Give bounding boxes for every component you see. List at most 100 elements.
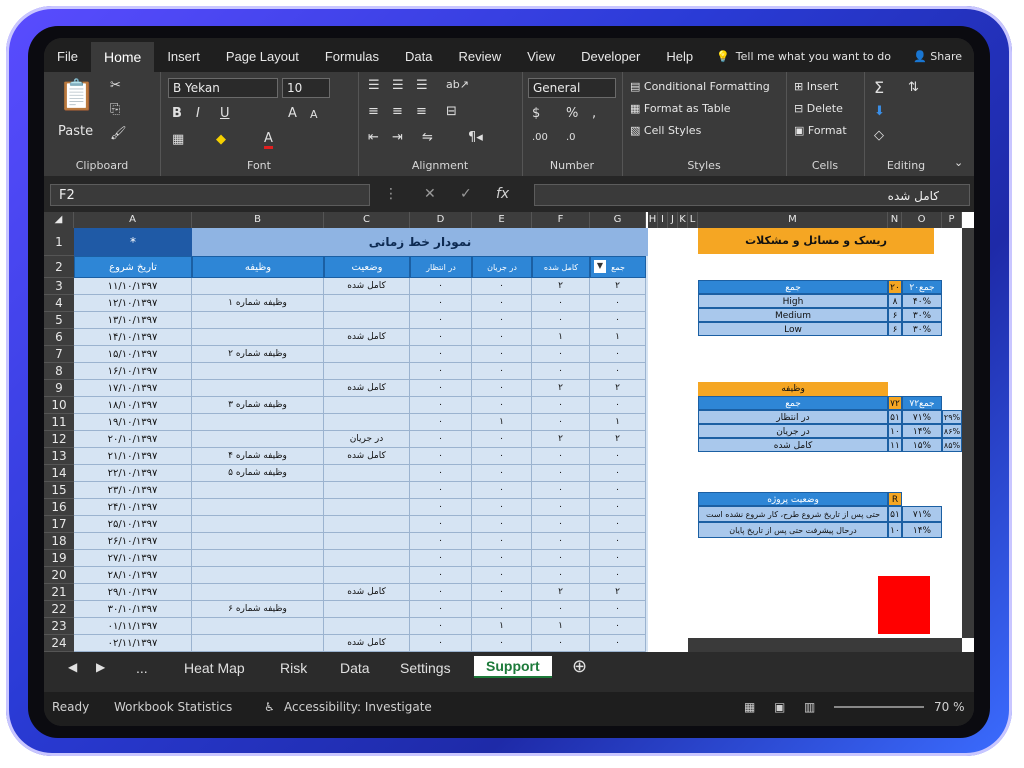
prev-sheet-icon[interactable]: ◀: [68, 660, 77, 674]
header-E[interactable]: در جریان: [472, 256, 532, 278]
conditional-formatting-button[interactable]: ▤ Conditional Formatting: [630, 80, 770, 93]
column-header-B[interactable]: B: [192, 212, 324, 228]
status-cell[interactable]: [324, 499, 410, 516]
start-date-cell[interactable]: ۱۸/۱۰/۱۳۹۷: [74, 397, 192, 414]
count-cell[interactable]: ۰: [532, 533, 590, 550]
count-cell[interactable]: ۰: [410, 584, 472, 601]
project-item-percent[interactable]: ۱۴%: [902, 522, 942, 538]
count-cell[interactable]: ۰: [472, 363, 532, 380]
count-cell[interactable]: ۰: [532, 482, 590, 499]
start-date-cell[interactable]: ۲۴/۱۰/۱۳۹۷: [74, 499, 192, 516]
status-cell[interactable]: [324, 550, 410, 567]
count-cell[interactable]: ۰: [410, 618, 472, 635]
column-header-H[interactable]: H: [648, 212, 658, 228]
count-cell[interactable]: ۰: [590, 601, 646, 618]
task-cell[interactable]: [192, 567, 324, 584]
risk-sum-value[interactable]: ۲۰: [888, 280, 902, 294]
workbook-statistics[interactable]: Workbook Statistics: [114, 700, 232, 714]
task-cell[interactable]: [192, 618, 324, 635]
count-cell[interactable]: ۰: [590, 397, 646, 414]
column-header-A[interactable]: A: [74, 212, 192, 228]
task-cell[interactable]: [192, 499, 324, 516]
header-A[interactable]: تاریخ شروع: [74, 256, 192, 278]
increase-font-icon[interactable]: A: [288, 106, 297, 121]
status-cell[interactable]: در جریان: [324, 431, 410, 448]
count-cell[interactable]: ۰: [532, 550, 590, 567]
count-cell[interactable]: ۰: [472, 516, 532, 533]
task-cell[interactable]: وظیفه شماره ۴: [192, 448, 324, 465]
align-right-icon[interactable]: ≡: [416, 104, 427, 119]
sheet-tab-settings[interactable]: Settings: [400, 660, 451, 676]
tasks-item-percent[interactable]: ۱۴%: [902, 424, 942, 438]
task-cell[interactable]: [192, 482, 324, 499]
task-cell[interactable]: وظیفه شماره ۶: [192, 601, 324, 618]
row-header-14[interactable]: 14: [44, 465, 74, 482]
status-cell[interactable]: کامل شده: [324, 380, 410, 397]
format-painter-icon[interactable]: 🖌: [110, 126, 127, 141]
clear-icon[interactable]: ◇: [874, 128, 884, 143]
count-cell[interactable]: ۰: [410, 516, 472, 533]
task-cell[interactable]: وظیفه شماره ۳: [192, 397, 324, 414]
tab-formulas[interactable]: Formulas: [312, 42, 392, 72]
count-cell[interactable]: ۰: [410, 550, 472, 567]
project-item-percent[interactable]: ۷۱%: [902, 506, 942, 522]
count-cell[interactable]: ۰: [410, 329, 472, 346]
column-header-E[interactable]: E: [472, 212, 532, 228]
merge-icon[interactable]: ⊟: [446, 104, 457, 119]
count-cell[interactable]: ۱: [472, 618, 532, 635]
column-header-O[interactable]: O: [902, 212, 942, 228]
column-header-P[interactable]: P: [942, 212, 962, 228]
count-cell[interactable]: ۰: [532, 414, 590, 431]
status-cell[interactable]: [324, 567, 410, 584]
count-cell[interactable]: ۰: [472, 295, 532, 312]
count-cell[interactable]: ۰: [410, 601, 472, 618]
count-cell[interactable]: ۰: [590, 448, 646, 465]
format-as-table-button[interactable]: ▦ Format as Table: [630, 102, 731, 115]
count-cell[interactable]: ۰: [532, 516, 590, 533]
count-cell[interactable]: ۰: [590, 550, 646, 567]
count-cell[interactable]: ۰: [410, 465, 472, 482]
count-cell[interactable]: ۰: [410, 380, 472, 397]
count-cell[interactable]: ۰: [410, 499, 472, 516]
status-cell[interactable]: [324, 363, 410, 380]
name-box[interactable]: F2: [50, 184, 370, 206]
count-cell[interactable]: ۰: [410, 431, 472, 448]
tab-help[interactable]: Help: [653, 42, 706, 72]
project-item-label[interactable]: حتی پس از تاریخ شروع طرح، کار شروع نشده …: [698, 506, 888, 522]
count-cell[interactable]: ۰: [472, 584, 532, 601]
row-header-24[interactable]: 24: [44, 635, 74, 652]
start-date-cell[interactable]: ۱۲/۱۰/۱۳۹۷: [74, 295, 192, 312]
count-cell[interactable]: ۱: [532, 618, 590, 635]
project-item-value[interactable]: ۵۱: [888, 506, 902, 522]
row-header-15[interactable]: 15: [44, 482, 74, 499]
font-name-select[interactable]: B Yekan: [168, 78, 278, 98]
risk-item-label[interactable]: High: [698, 294, 888, 308]
task-cell[interactable]: [192, 363, 324, 380]
zoom-level[interactable]: 70 %: [934, 700, 965, 714]
page-layout-icon[interactable]: ▣: [774, 700, 785, 714]
count-cell[interactable]: ۰: [532, 397, 590, 414]
count-cell[interactable]: ۰: [472, 499, 532, 516]
copy-icon[interactable]: ⎘: [110, 102, 120, 117]
tasks-item-extra[interactable]: ۲۹%: [942, 410, 962, 424]
count-cell[interactable]: ۰: [410, 482, 472, 499]
count-cell[interactable]: ۰: [472, 431, 532, 448]
font-size-select[interactable]: 10: [282, 78, 330, 98]
start-date-cell[interactable]: ۱۹/۱۰/۱۳۹۷: [74, 414, 192, 431]
currency-icon[interactable]: $: [532, 106, 540, 121]
project-status-title[interactable]: وضعیت پروژه: [698, 492, 888, 506]
row-header-7[interactable]: 7: [44, 346, 74, 363]
column-header-L[interactable]: L: [688, 212, 698, 228]
column-header-I[interactable]: I: [658, 212, 668, 228]
tab-review[interactable]: Review: [446, 42, 515, 72]
count-cell[interactable]: ۰: [472, 533, 532, 550]
underline-icon[interactable]: U: [220, 106, 230, 121]
tab-data[interactable]: Data: [392, 42, 445, 72]
comma-icon[interactable]: ,: [592, 106, 596, 121]
fill-color-icon[interactable]: ◆: [216, 132, 226, 147]
header-D[interactable]: در انتظار: [410, 256, 472, 278]
task-cell[interactable]: [192, 635, 324, 652]
start-date-cell[interactable]: ۰۲/۱۱/۱۳۹۷: [74, 635, 192, 652]
task-cell[interactable]: [192, 516, 324, 533]
risk-item-label[interactable]: Low: [698, 322, 888, 336]
